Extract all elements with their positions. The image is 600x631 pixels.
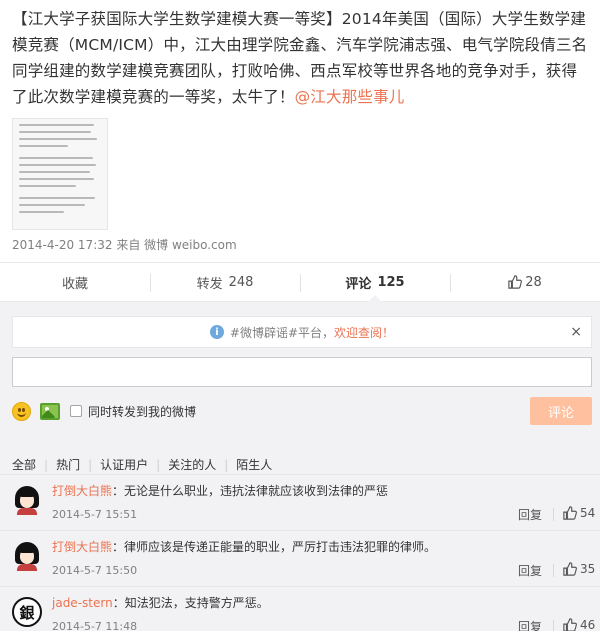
- comment-text: ：无论是什么职业，违抗法律就应该收到法律的严惩: [112, 484, 389, 498]
- avatar[interactable]: [12, 485, 42, 515]
- comment-item: 打倒大白熊：律师应该是传递正能量的职业，严厉打击违法犯罪的律师。 2014-5-…: [0, 530, 600, 586]
- filter-all[interactable]: 全部: [12, 456, 36, 473]
- comment-input[interactable]: [12, 357, 592, 387]
- submit-comment-button[interactable]: 评论: [530, 397, 592, 425]
- comment-like-count: 35: [580, 562, 596, 576]
- comment-like-button[interactable]: 46: [563, 618, 595, 631]
- filter-strangers[interactable]: 陌生人: [236, 456, 272, 473]
- divider: [553, 508, 554, 521]
- comment-time: 2014-5-7 15:51: [52, 508, 138, 521]
- comment-username[interactable]: jade-stern: [52, 596, 113, 610]
- filter-hot[interactable]: 热门: [56, 456, 80, 473]
- comment-like-count: 54: [580, 506, 596, 520]
- post-meta: 2014-4-20 17:32 来自 微博 weibo.com: [12, 238, 237, 252]
- comment-list: 打倒大白熊：无论是什么职业，违抗法律就应该收到法律的严惩 2014-5-7 15…: [0, 474, 600, 631]
- avatar[interactable]: 銀: [12, 597, 42, 627]
- repost-count: 248: [228, 274, 254, 290]
- close-icon[interactable]: ×: [570, 324, 582, 340]
- like-count: 28: [525, 274, 542, 290]
- info-icon: i: [209, 325, 224, 339]
- avatar[interactable]: [12, 541, 42, 571]
- reply-button[interactable]: 回复: [518, 618, 542, 631]
- like-button[interactable]: 28: [450, 263, 600, 301]
- rumor-notice: i #微博辟谣#平台， 欢迎查阅！ ×: [12, 316, 592, 348]
- comment-count: 125: [377, 274, 405, 290]
- comment-username[interactable]: 打倒大白熊: [52, 484, 112, 498]
- comment-text: ：律师应该是传递正能量的职业，严厉打击违法犯罪的律师。: [112, 540, 437, 554]
- favorite-button[interactable]: 收藏: [0, 263, 150, 301]
- thumbs-up-icon: [508, 275, 523, 289]
- reply-button[interactable]: 回复: [518, 562, 542, 579]
- post-action-bar: 收藏 转发 248 评论 125 28: [0, 262, 600, 302]
- image-upload-icon[interactable]: [40, 402, 60, 420]
- comment-tab[interactable]: 评论 125: [300, 263, 450, 302]
- comment-username[interactable]: 打倒大白熊: [52, 540, 112, 554]
- comment-filters: 全部 | 热门 | 认证用户 | 关注的人 | 陌生人: [12, 456, 273, 473]
- comment-toolbar: 同时转发到我的微博 评论: [12, 397, 592, 425]
- comment-time: 2014-5-7 15:50: [52, 564, 138, 577]
- notice-link[interactable]: 欢迎查阅！: [334, 324, 394, 341]
- emoji-icon[interactable]: [12, 401, 31, 421]
- divider: [553, 620, 554, 631]
- thumbs-up-icon: [563, 562, 577, 576]
- thumbs-up-icon: [563, 506, 577, 520]
- repost-checkbox[interactable]: [70, 405, 82, 417]
- repost-button[interactable]: 转发 248: [150, 263, 300, 301]
- divider: [553, 564, 554, 577]
- comment-like-count: 46: [580, 618, 596, 631]
- filter-following[interactable]: 关注的人: [168, 456, 216, 473]
- comment-like-button[interactable]: 35: [563, 562, 595, 576]
- notice-tag[interactable]: #微博辟谣#平台，: [230, 324, 334, 341]
- comment-item: 銀 jade-stern：知法犯法，支持警方严惩。 2014-5-7 11:48…: [0, 586, 600, 631]
- comment-item: 打倒大白熊：无论是什么职业，违抗法律就应该收到法律的严惩 2014-5-7 15…: [0, 474, 600, 530]
- comment-text: ：知法犯法，支持警方严惩。: [112, 596, 269, 610]
- thumbs-up-icon: [563, 618, 577, 631]
- post-mention-link[interactable]: @江大那些事儿: [295, 88, 405, 106]
- post-image-thumbnail[interactable]: [12, 118, 108, 230]
- repost-checkbox-label: 同时转发到我的微博: [88, 404, 197, 419]
- filter-verified[interactable]: 认证用户: [100, 456, 148, 473]
- reply-button[interactable]: 回复: [518, 506, 542, 523]
- post-text: 【江大学子获国际大学生数学建模大赛一等奖】2014年美国（国际）大学生数学建模竞…: [12, 6, 590, 110]
- comment-panel: i #微博辟谣#平台， 欢迎查阅！ × 同时转发到我的微博 评论 全部 | 热门 | …: [0, 302, 600, 631]
- comment-time: 2014-5-7 11:48: [52, 620, 138, 631]
- comment-like-button[interactable]: 54: [563, 506, 595, 520]
